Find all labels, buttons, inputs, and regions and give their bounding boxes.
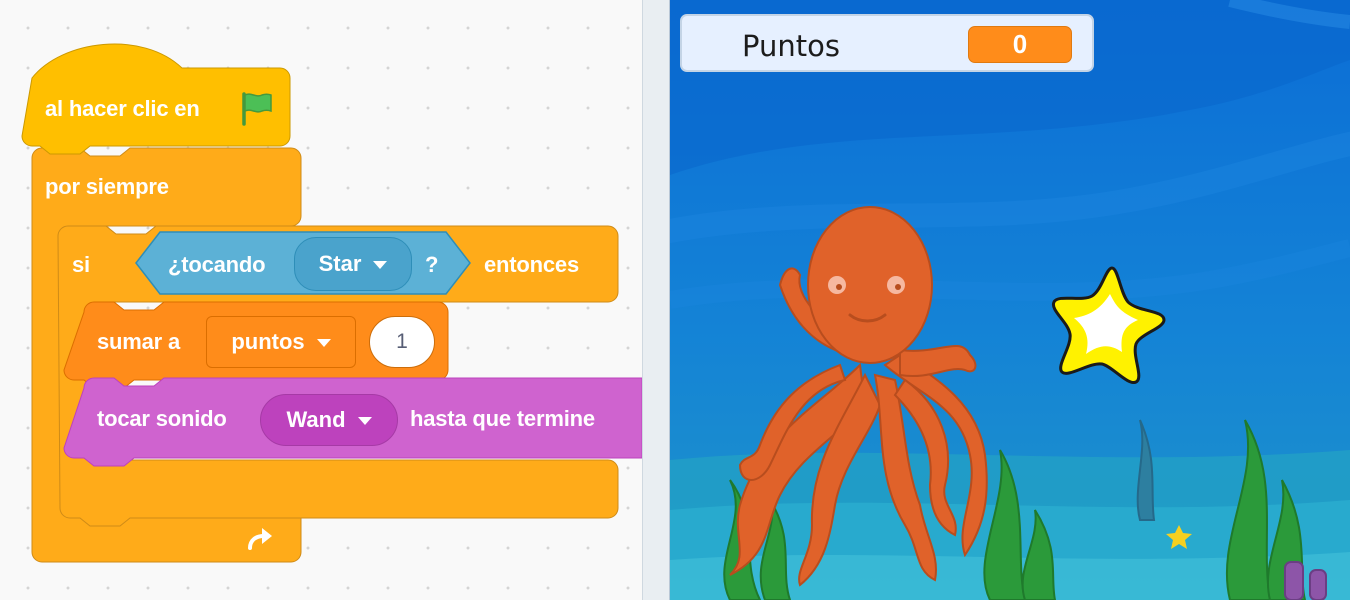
variable-monitor[interactable]: Puntos 0 bbox=[680, 14, 1094, 72]
forever-block-label: por siempre bbox=[45, 174, 169, 199]
chevron-down-icon bbox=[357, 417, 372, 425]
touching-object-value: Star bbox=[318, 251, 362, 276]
touching-label: ¿tocando bbox=[168, 252, 266, 277]
if-then-label: entonces bbox=[484, 252, 579, 277]
green-flag-icon bbox=[242, 92, 272, 126]
chevron-down-icon bbox=[373, 261, 388, 269]
forever-block[interactable] bbox=[0, 0, 642, 600]
amount-input[interactable]: 1 bbox=[369, 316, 435, 368]
loop-arrow-icon bbox=[248, 528, 272, 550]
variable-value: puntos bbox=[231, 329, 305, 354]
amount-value: 1 bbox=[396, 330, 408, 353]
monitor-value: 0 bbox=[968, 26, 1072, 63]
touching-object-menu[interactable]: Star bbox=[294, 237, 412, 291]
code-workspace[interactable]: al hacer clic en por siempre si ¿tocando… bbox=[0, 0, 642, 600]
sound-menu[interactable]: Wand bbox=[260, 394, 398, 446]
hat-block-label: al hacer clic en bbox=[45, 96, 200, 121]
star-sprite[interactable] bbox=[1048, 262, 1168, 384]
question-mark-label: ? bbox=[425, 252, 439, 277]
variable-menu[interactable]: puntos bbox=[206, 316, 356, 368]
play-sound-suffix: hasta que termine bbox=[410, 406, 595, 431]
if-block-label: si bbox=[72, 252, 90, 277]
chevron-down-icon bbox=[316, 339, 331, 347]
play-sound-label: tocar sonido bbox=[97, 406, 227, 431]
stage[interactable]: Puntos 0 bbox=[670, 0, 1350, 600]
workspace-stage-divider bbox=[642, 0, 670, 600]
octopus-sprite[interactable] bbox=[700, 205, 1030, 590]
change-var-label: sumar a bbox=[97, 329, 180, 354]
monitor-label: Puntos bbox=[742, 29, 840, 63]
sound-value: Wand bbox=[286, 407, 346, 432]
